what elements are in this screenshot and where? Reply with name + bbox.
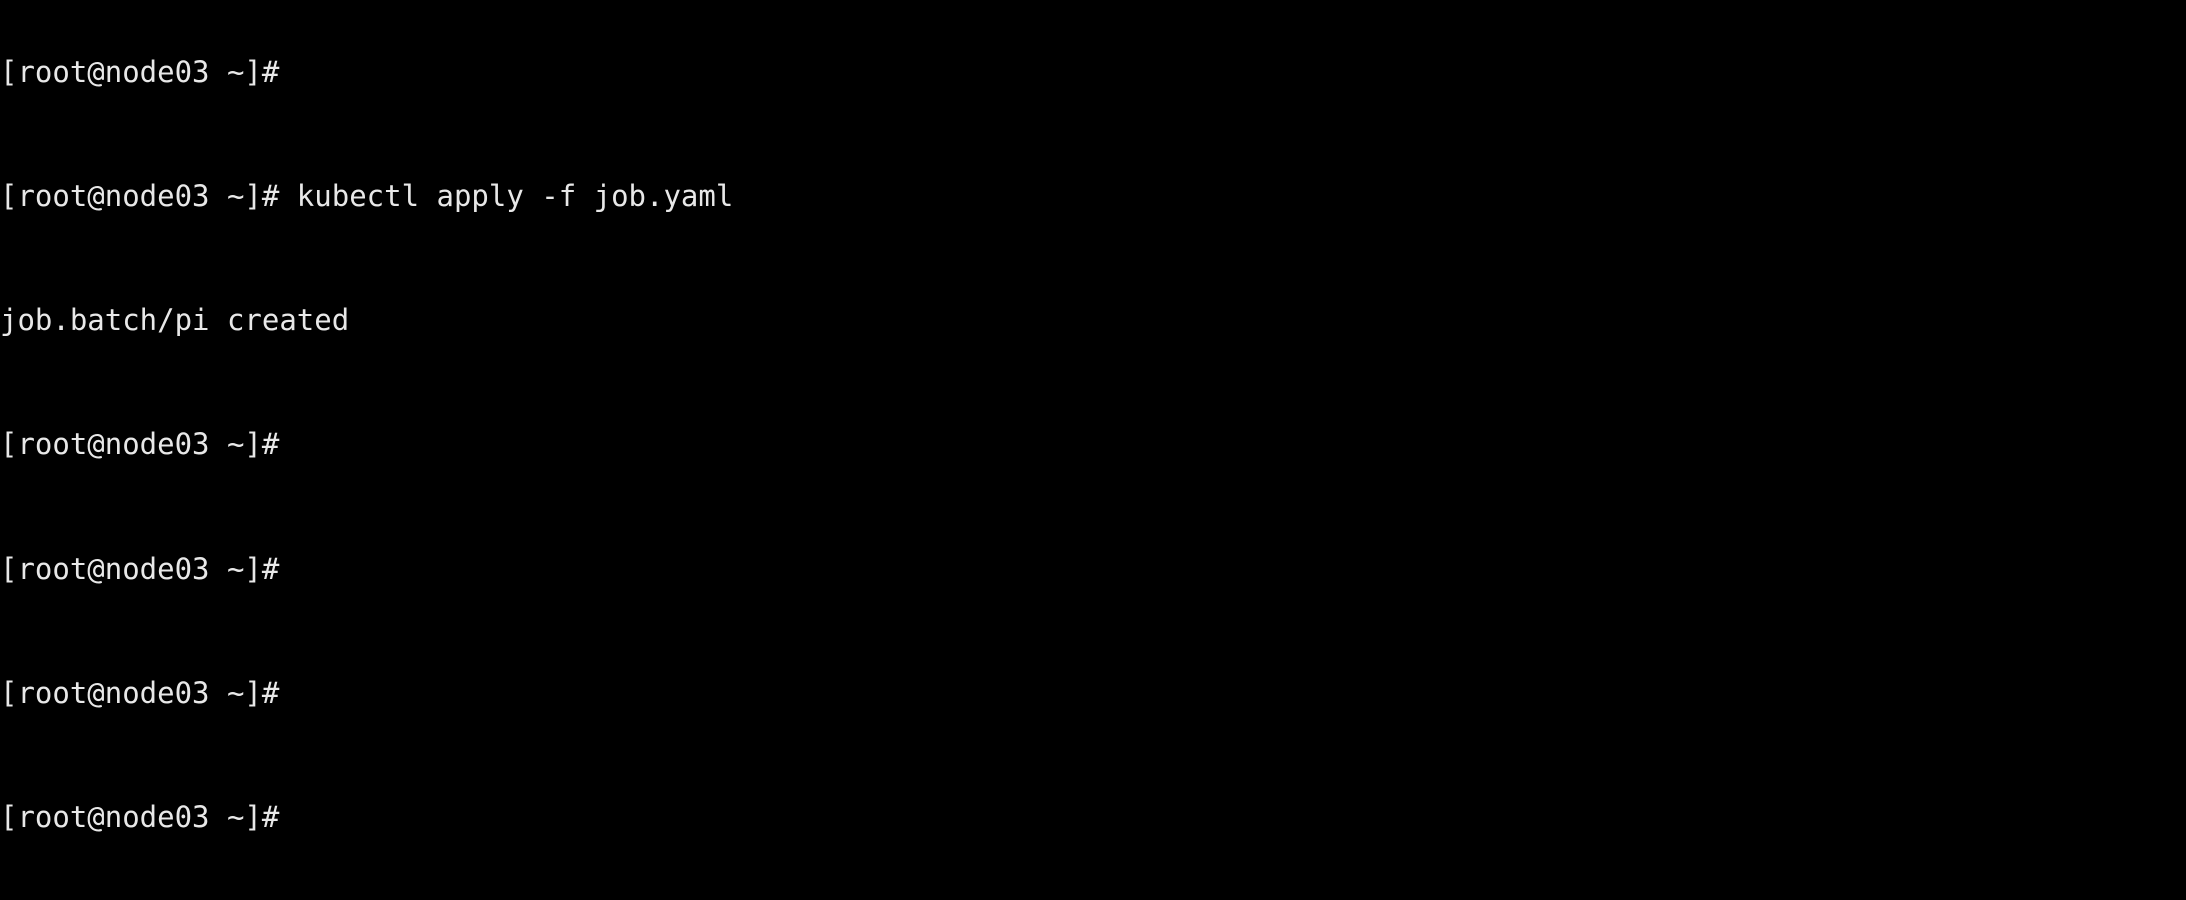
terminal-line: [root@node03 ~]# <box>0 427 280 462</box>
terminal-line: [root@node03 ~]# <box>0 675 280 710</box>
terminal-line: [root@node03 ~]# kubectl apply -f job.ya… <box>0 179 734 214</box>
terminal-line: [root@node03 ~]# <box>0 551 280 586</box>
terminal-line: [root@node03 ~]# <box>0 800 280 835</box>
terminal-screen: [root@node03 ~]# [root@node03 ~]# kubect… <box>0 0 2186 900</box>
terminal-line: job.batch/pi created <box>0 303 350 338</box>
terminal-line: [root@node03 ~]# <box>0 54 280 89</box>
terminal-window[interactable]: [root@node03 ~]# [root@node03 ~]# kubect… <box>0 0 2186 900</box>
